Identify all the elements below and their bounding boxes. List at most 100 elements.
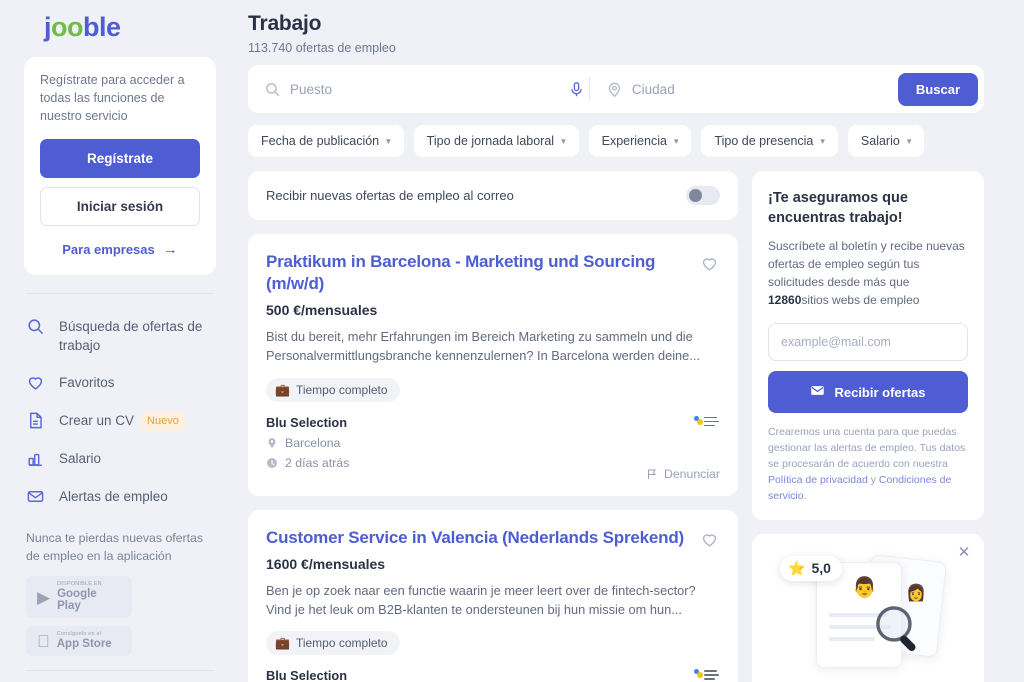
email-alert-row: Recibir nuevas ofertas de empleo al corr…: [248, 171, 738, 220]
job-title[interactable]: Customer Service in Valencia (Nederlands…: [266, 527, 688, 549]
app-promo-text: Nunca te pierdas nuevas ofertas de emple…: [26, 530, 204, 563]
sidebar-divider-2: [26, 670, 214, 672]
chevron-down-icon: ▾: [386, 135, 391, 146]
rating-badge: ⭐ 5,0: [780, 555, 842, 581]
filter-chip-salary[interactable]: Salario ▾: [847, 125, 925, 157]
app-root: jooble Regístrate para acceder a todas l…: [0, 0, 1024, 682]
newsletter-card: ¡Te aseguramos que encuentras trabajo! S…: [752, 171, 984, 520]
job-card[interactable]: Praktikum in Barcelona - Marketing und S…: [248, 234, 738, 496]
page-header: Trabajo 113.740 ofertas de empleo: [248, 0, 984, 65]
fineprint-text: Crearemos una cuenta para que puedas ges…: [768, 426, 966, 470]
jooble-logo[interactable]: jooble: [24, 0, 216, 57]
job-description: Bist du bereit, mehr Erfahrungen im Bere…: [266, 329, 700, 364]
google-play-badge[interactable]: ▶ DISPONIBLE EN Google Play: [26, 576, 132, 619]
login-button[interactable]: Iniciar sesión: [40, 187, 200, 227]
chevron-down-icon: ▾: [561, 135, 566, 146]
favorite-heart-icon[interactable]: [700, 527, 720, 549]
location-pin-icon: [606, 81, 623, 98]
sidebar-item-label: Búsqueda de ofertas de trabajo: [59, 319, 203, 353]
avatar-face-2: 👩: [906, 584, 926, 602]
clock-icon: [266, 457, 278, 469]
apple-icon: : [37, 633, 50, 650]
search-bar: Buscar: [248, 65, 984, 113]
sidebar-item-create-cv[interactable]: Crear un CV Nuevo: [26, 402, 214, 440]
newsletter-title: ¡Te aseguramos que encuentras trabajo!: [768, 190, 908, 226]
company-logo: [694, 415, 720, 441]
job-description: Ben je op zoek naar een functie waarin j…: [266, 582, 696, 617]
city-search-field: [590, 81, 890, 98]
heart-icon: [26, 373, 46, 393]
filter-chip-job-type[interactable]: Tipo de jornada laboral ▾: [413, 125, 579, 157]
newsletter-site-count: 12860: [768, 293, 802, 307]
favorite-heart-icon[interactable]: [700, 251, 720, 273]
avatar-face-1: 👨: [852, 576, 877, 599]
job-salary: 500 €/mensuales: [266, 302, 378, 319]
job-results-column: Recibir nuevas ofertas de empleo al corr…: [248, 171, 738, 682]
app-store-badge[interactable]:  Consíguelo en el App Store: [26, 626, 132, 657]
newsletter-fineprint: Crearemos una cuenta para que puedas ges…: [768, 425, 968, 505]
fineprint-and: y: [867, 473, 879, 486]
email-field[interactable]: [768, 323, 968, 361]
job-salary: 1600 €/mensuales: [266, 555, 386, 572]
job-card[interactable]: Customer Service in Valencia (Nederlands…: [248, 509, 738, 682]
newsletter-body-1: Suscríbete al boletín y recibe nuevas of…: [768, 239, 965, 289]
right-sidebar: ¡Te aseguramos que encuentras trabajo! S…: [752, 171, 984, 682]
register-button[interactable]: Regístrate: [40, 139, 200, 179]
filter-chips: Fecha de publicación ▾ Tipo de jornada la…: [248, 125, 984, 157]
sidebar-item-label: Favoritos: [59, 374, 115, 390]
sidebar-item-salary[interactable]: Salario: [26, 440, 214, 478]
job-company: Blu Selection: [266, 414, 348, 430]
newsletter-body-2: sitios webs de empleo: [801, 293, 920, 307]
receive-offers-label: Recibir ofertas: [834, 384, 926, 400]
rating-value: 5,0: [811, 560, 831, 577]
city-input[interactable]: [631, 81, 890, 97]
logo-segment-1: j: [44, 12, 52, 42]
google-play-label: Google Play: [57, 588, 97, 613]
app-store-label: App Store: [44, 638, 112, 651]
for-companies-label: Para empresas: [62, 242, 155, 258]
job-type-tag: 💼 Tiempo completo: [266, 631, 400, 656]
sidebar-item-label: Crear un CV: [59, 412, 135, 428]
chevron-down-icon: ▾: [906, 135, 912, 146]
magnifier-icon: [872, 602, 926, 661]
search-button[interactable]: Buscar: [897, 72, 978, 106]
filter-label: Salario: [860, 134, 900, 148]
document-icon: [26, 411, 46, 431]
sidebar-item-label: Salario: [59, 450, 102, 466]
search-input[interactable]: [290, 81, 568, 97]
job-posted-date: 2 días atrás: [285, 455, 350, 470]
sidebar-item-job-alerts[interactable]: Alertas de empleo: [26, 478, 214, 516]
filter-chip-date[interactable]: Fecha de publicación ▾: [248, 125, 404, 157]
email-alert-label: Recibir nuevas ofertas de empleo al corr…: [266, 188, 514, 203]
report-job-button[interactable]: Denunciar: [646, 467, 720, 481]
briefcase-icon: 💼: [275, 636, 290, 651]
privacy-policy-link[interactable]: Política de privacidad: [768, 474, 868, 486]
logo-segment-2: oo: [51, 12, 84, 42]
job-type-label: Tiempo completo: [295, 382, 388, 397]
job-type-tag: 💼 Tiempo completo: [266, 377, 400, 402]
email-alert-toggle[interactable]: [686, 186, 720, 205]
results-count: 113.740 ofertas de empleo: [248, 41, 396, 55]
job-title[interactable]: Praktikum in Barcelona - Marketing und S…: [266, 251, 688, 295]
filter-chip-experience[interactable]: Experiencia ▾: [588, 125, 692, 157]
microphone-icon[interactable]: [568, 81, 589, 98]
filter-label: Fecha de publicación: [261, 134, 380, 148]
briefcase-icon: 💼: [275, 382, 290, 397]
company-logo: [694, 668, 720, 682]
job-type-label: Tiempo completo: [295, 636, 388, 651]
app-promo-section: Nunca te pierdas nuevas ofertas de emple…: [24, 516, 216, 657]
main-content: Trabajo 113.740 ofertas de empleo Buscar: [240, 0, 1024, 682]
sidebar-item-job-search[interactable]: Búsqueda de ofertas de trabajo: [26, 308, 214, 363]
job-location: Barcelona: [285, 435, 341, 450]
filter-chip-presence[interactable]: Tipo de presencia ▾: [701, 125, 838, 157]
receive-offers-button[interactable]: Recibir ofertas: [768, 371, 968, 413]
sidebar-divider: [26, 293, 214, 295]
logo-segment-3: ble: [83, 12, 121, 42]
fineprint-end: .: [803, 489, 807, 502]
sidebar-item-favorites[interactable]: Favoritos: [26, 364, 214, 402]
for-companies-link[interactable]: Para empresas →: [40, 242, 200, 257]
google-play-icon: ▶: [37, 587, 51, 607]
new-badge: Nuevo: [141, 411, 185, 431]
location-pin-icon: [266, 437, 278, 449]
signup-description: Regístrate para acceder a todas las func…: [40, 73, 185, 124]
